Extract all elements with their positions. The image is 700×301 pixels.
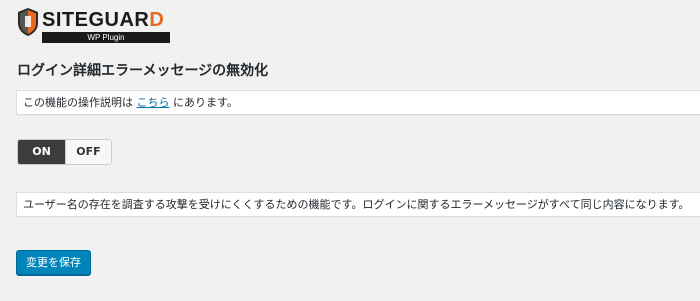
description-text: ユーザー名の存在を調査する攻撃を受けにくくするための機能です。ログインに関するエ… xyxy=(23,198,690,211)
logo-wordmark: SITEGUARD xyxy=(42,9,164,32)
help-link[interactable]: こちら xyxy=(137,96,170,109)
intro-box: この機能の操作説明は こちら にあります。 xyxy=(16,90,700,115)
intro-text-after: にあります。 xyxy=(173,96,238,109)
toggle-on-button[interactable]: ON xyxy=(18,140,65,164)
toggle-off-button[interactable]: OFF xyxy=(65,140,111,164)
feature-toggle: ON OFF xyxy=(17,139,112,165)
logo-accent-text: D xyxy=(149,9,165,31)
save-button[interactable]: 変更を保存 xyxy=(16,250,91,275)
page-title: ログイン詳細エラーメッセージの無効化 xyxy=(17,63,269,79)
shield-emblem-icon xyxy=(18,8,38,36)
intro-text-before: この機能の操作説明は xyxy=(23,96,133,109)
logo-subtitle: WP Plugin xyxy=(42,32,170,43)
logo-main-text: SITEGUAR xyxy=(42,9,150,31)
description-box: ユーザー名の存在を調査する攻撃を受けにくくするための機能です。ログインに関するエ… xyxy=(16,192,700,217)
